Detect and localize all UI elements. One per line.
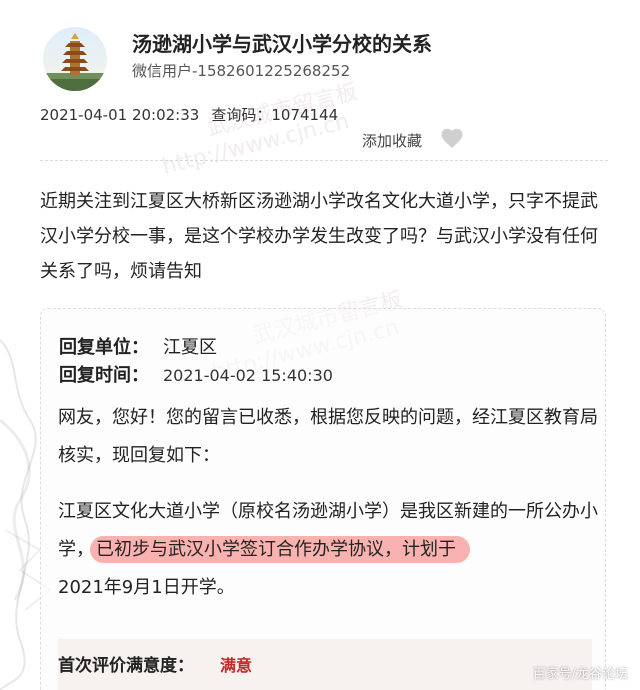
source-watermark: 百家号/龙谷论坛 [532,667,628,682]
add-favorite-button[interactable]: 添加收藏 [362,130,422,151]
post-title: 汤逊湖小学与武汉小学分校的关系 [132,32,432,56]
satisfaction-rating: 首次评价满意度： 满意 [58,639,592,690]
post-header: 汤逊湖小学与武汉小学分校的关系 微信用户-1582601225268252 [40,24,610,94]
rating-label: 首次评价满意度： [58,656,194,676]
reply-paragraph-2-end: 2021年9月1日开学。 [58,577,235,598]
avatar[interactable] [43,27,107,91]
reply-unit-label: 回复单位： [59,337,149,358]
rating-value: 满意 [220,656,253,675]
post-author: 微信用户-1582601225268252 [132,62,351,80]
reply-box: 回复单位： 江夏区 回复时间： 2021-04-02 15:40:30 网友，您好！… [40,308,606,690]
post-datetime: 2021-04-01 20:02:33 [40,106,200,124]
reply-time-row: 回复时间： 2021-04-02 15:40:30 [59,361,333,387]
reply-unit-row: 回复单位： 江夏区 [59,333,217,359]
question-text: 近期关注到江夏区大桥新区汤逊湖小学改名文化大道小学，只字不提武汉小学分校一事，是… [40,191,598,282]
reply-time-value: 2021-04-02 15:40:30 [163,366,333,385]
post-meta: 2021-04-01 20:02:33 查询码：1074144 [40,104,338,125]
divider [40,160,608,161]
reply-highlight: 已初步与武汉小学签订合作办学协议，计划于 [90,536,470,563]
reply-time-label: 回复时间： [59,365,149,386]
reply-paragraph-1: 网友，您好！您的留言已收悉，根据您反映的问题，经江夏区教育局核实，现回复如下： [58,407,598,466]
pagoda-avatar-icon [43,27,107,91]
heart-icon[interactable] [440,127,464,149]
reply-unit-value: 江夏区 [163,337,217,358]
query-code-label: 查询码： [211,106,272,124]
reply-paragraph-2: 江夏区文化大道小学（原校名汤逊湖小学）是我区新建的一所公办小学， 已初步与武汉小学… [58,493,598,607]
query-code-value: 1074144 [271,106,339,124]
message-board-page: 武汉城市留言板 http://www.cjn.cn 武汉城市留言板 http:/… [0,0,640,690]
